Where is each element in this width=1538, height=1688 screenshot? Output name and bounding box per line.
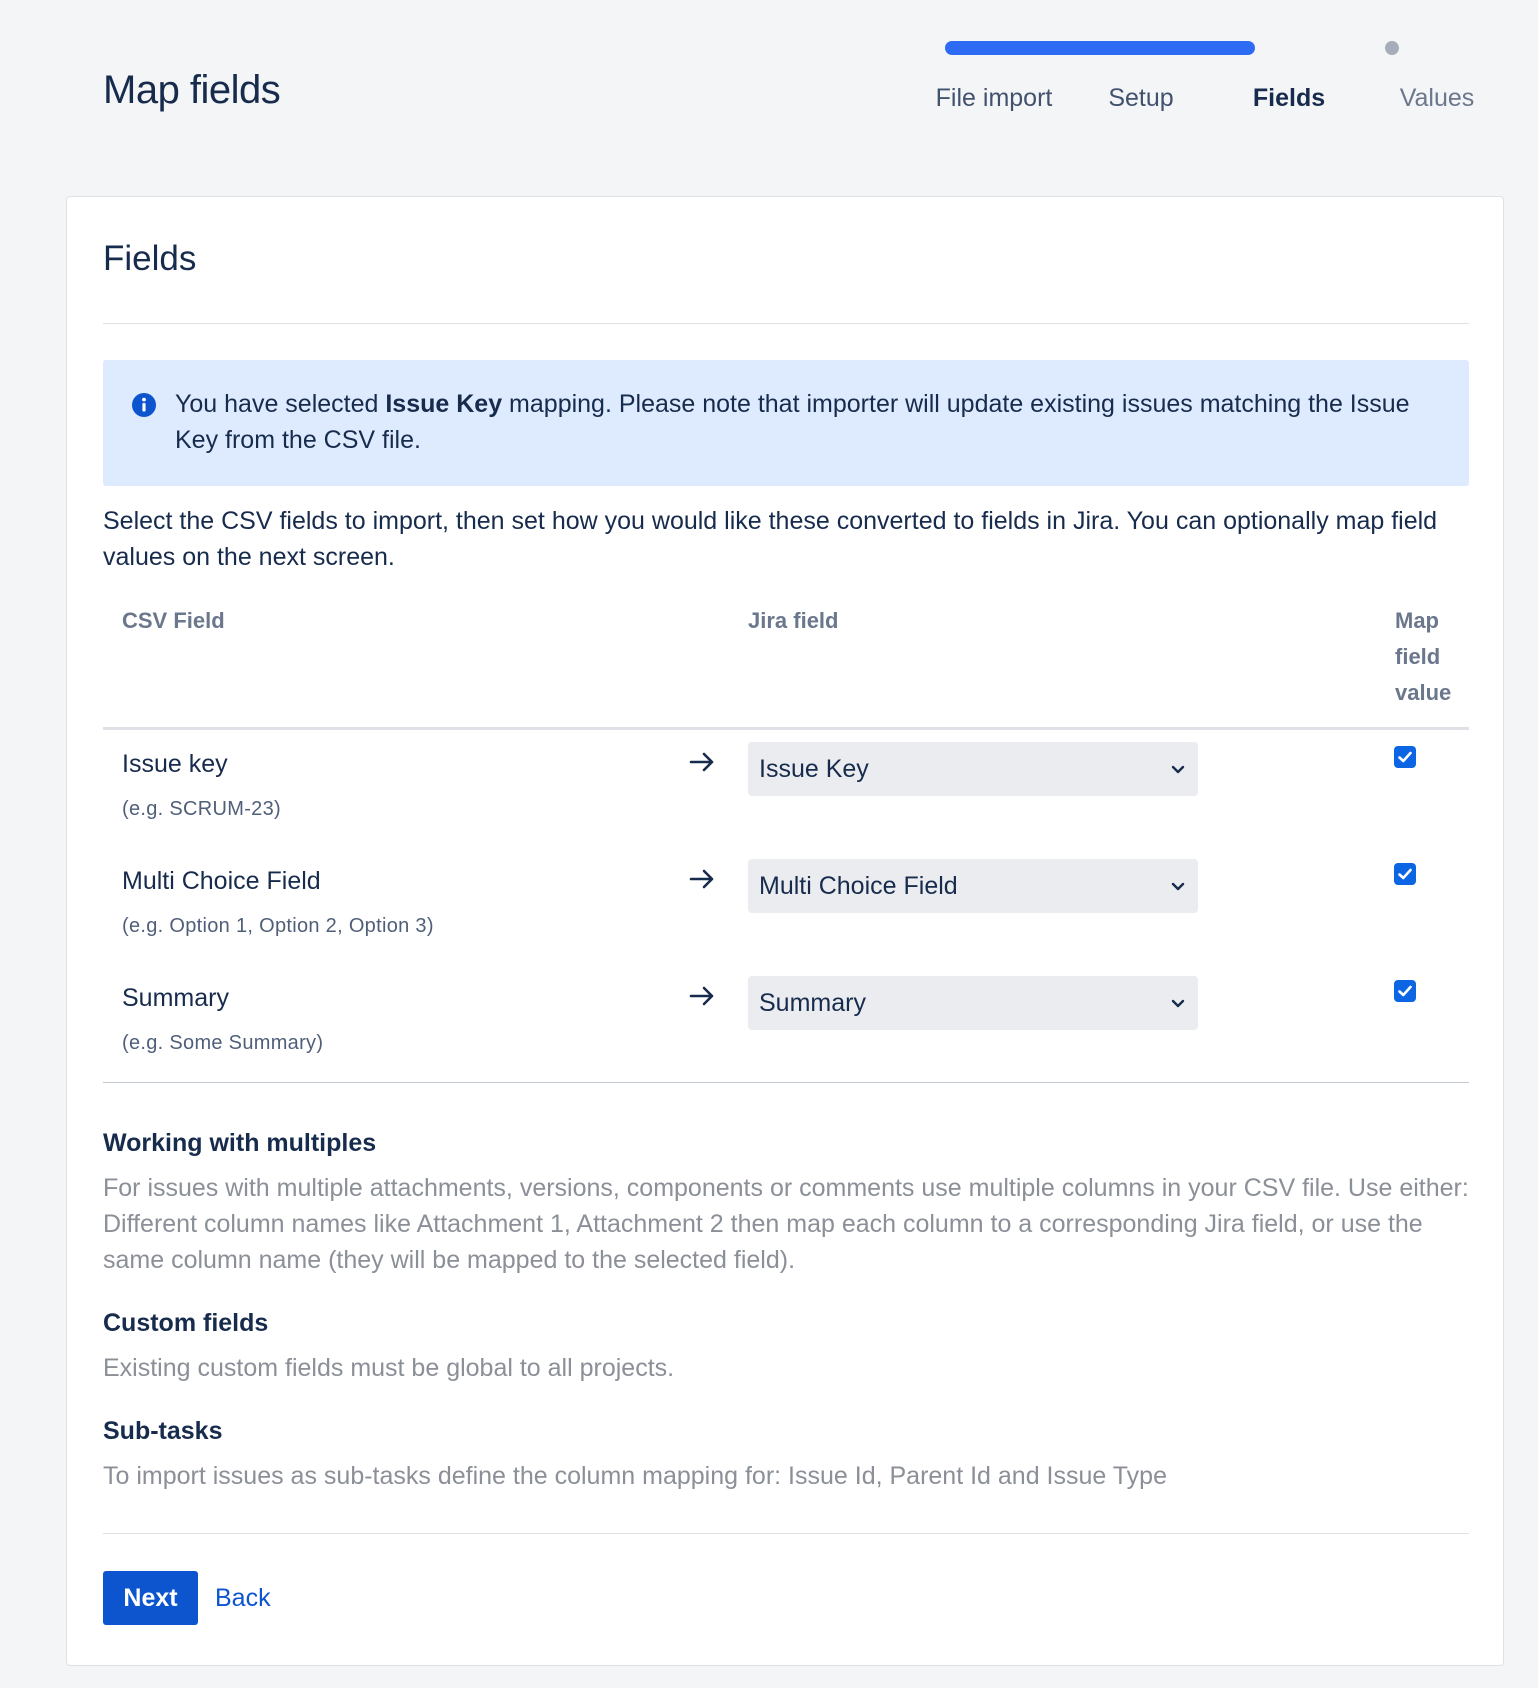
- chevron-down-icon: [1170, 761, 1186, 777]
- info-message: You have selected Issue Key mapping. Ple…: [103, 360, 1469, 486]
- table-row: Issue key (e.g. SCRUM-23) Issue Key: [67, 734, 1503, 851]
- map-field-value-checkbox[interactable]: [1394, 863, 1416, 885]
- jira-field-select[interactable]: Issue Key: [748, 742, 1198, 796]
- progress-step-fields: Fields: [1252, 84, 1326, 112]
- arrow-right-icon: [687, 864, 717, 894]
- card-title: Fields: [103, 239, 197, 278]
- progress-step-setup: Setup: [1108, 84, 1174, 112]
- help-text-multiples: For issues with multiple attachments, ve…: [103, 1174, 1469, 1274]
- csv-field-example: (e.g. SCRUM-23): [122, 798, 281, 820]
- jira-field-select-value: Summary: [759, 989, 866, 1017]
- info-message-text: You have selected Issue Key mapping. Ple…: [175, 390, 1410, 454]
- divider: [103, 1533, 1469, 1534]
- next-button[interactable]: Next: [103, 1571, 198, 1625]
- table-row: Multi Choice Field (e.g. Option 1, Optio…: [67, 851, 1503, 968]
- table-bottom-divider: [103, 1082, 1469, 1083]
- progress-bar-complete: [945, 41, 1255, 55]
- help-heading-custom-fields: Custom fields: [103, 1309, 269, 1337]
- progress-step-values: Values: [1399, 84, 1475, 112]
- progress-step-file-import: File import: [935, 84, 1053, 112]
- page-title: Map fields: [103, 68, 281, 112]
- column-header-jira-field: Jira field: [748, 608, 839, 633]
- jira-field-select-value: Multi Choice Field: [759, 872, 958, 900]
- fields-card: Fields You have selected Issue Key mappi…: [66, 196, 1504, 1666]
- table-row: Summary (e.g. Some Summary) Summary: [67, 968, 1503, 1085]
- map-field-value-checkbox[interactable]: [1394, 980, 1416, 1002]
- column-header-csv-field: CSV Field: [122, 608, 225, 633]
- page: Map fields File import Setup Fields Valu…: [0, 0, 1538, 1688]
- intro-text: Select the CSV fields to import, then se…: [103, 507, 1438, 571]
- progress-tracker: File import Setup Fields Values: [880, 36, 1538, 156]
- info-message-emphasis: Issue Key: [385, 390, 503, 418]
- csv-field-name: Issue key: [122, 750, 228, 778]
- back-link[interactable]: Back: [215, 1580, 271, 1616]
- help-text-custom-fields: Existing custom fields must be global to…: [103, 1354, 675, 1382]
- arrow-right-icon: [687, 981, 717, 1011]
- help-heading-sub-tasks: Sub-tasks: [103, 1417, 223, 1445]
- jira-field-select[interactable]: Multi Choice Field: [748, 859, 1198, 913]
- csv-field-example: (e.g. Some Summary): [122, 1032, 324, 1054]
- divider: [103, 323, 1469, 324]
- arrow-right-icon: [687, 747, 717, 777]
- csv-field-name: Multi Choice Field: [122, 867, 321, 895]
- column-header-map-field-value: Map field value: [1395, 608, 1452, 705]
- csv-field-example: (e.g. Option 1, Option 2, Option 3): [122, 915, 434, 937]
- chevron-down-icon: [1170, 995, 1186, 1011]
- chevron-down-icon: [1170, 878, 1186, 894]
- map-field-value-checkbox[interactable]: [1394, 746, 1416, 768]
- progress-dot-upcoming: [1385, 41, 1399, 55]
- info-circle-icon: [131, 392, 157, 418]
- help-heading-multiples: Working with multiples: [103, 1129, 377, 1157]
- csv-field-name: Summary: [122, 984, 229, 1012]
- jira-field-select-value: Issue Key: [759, 755, 869, 783]
- table-header-divider: [103, 727, 1469, 730]
- jira-field-select[interactable]: Summary: [748, 976, 1198, 1030]
- help-text-sub-tasks: To import issues as sub-tasks define the…: [103, 1462, 1167, 1490]
